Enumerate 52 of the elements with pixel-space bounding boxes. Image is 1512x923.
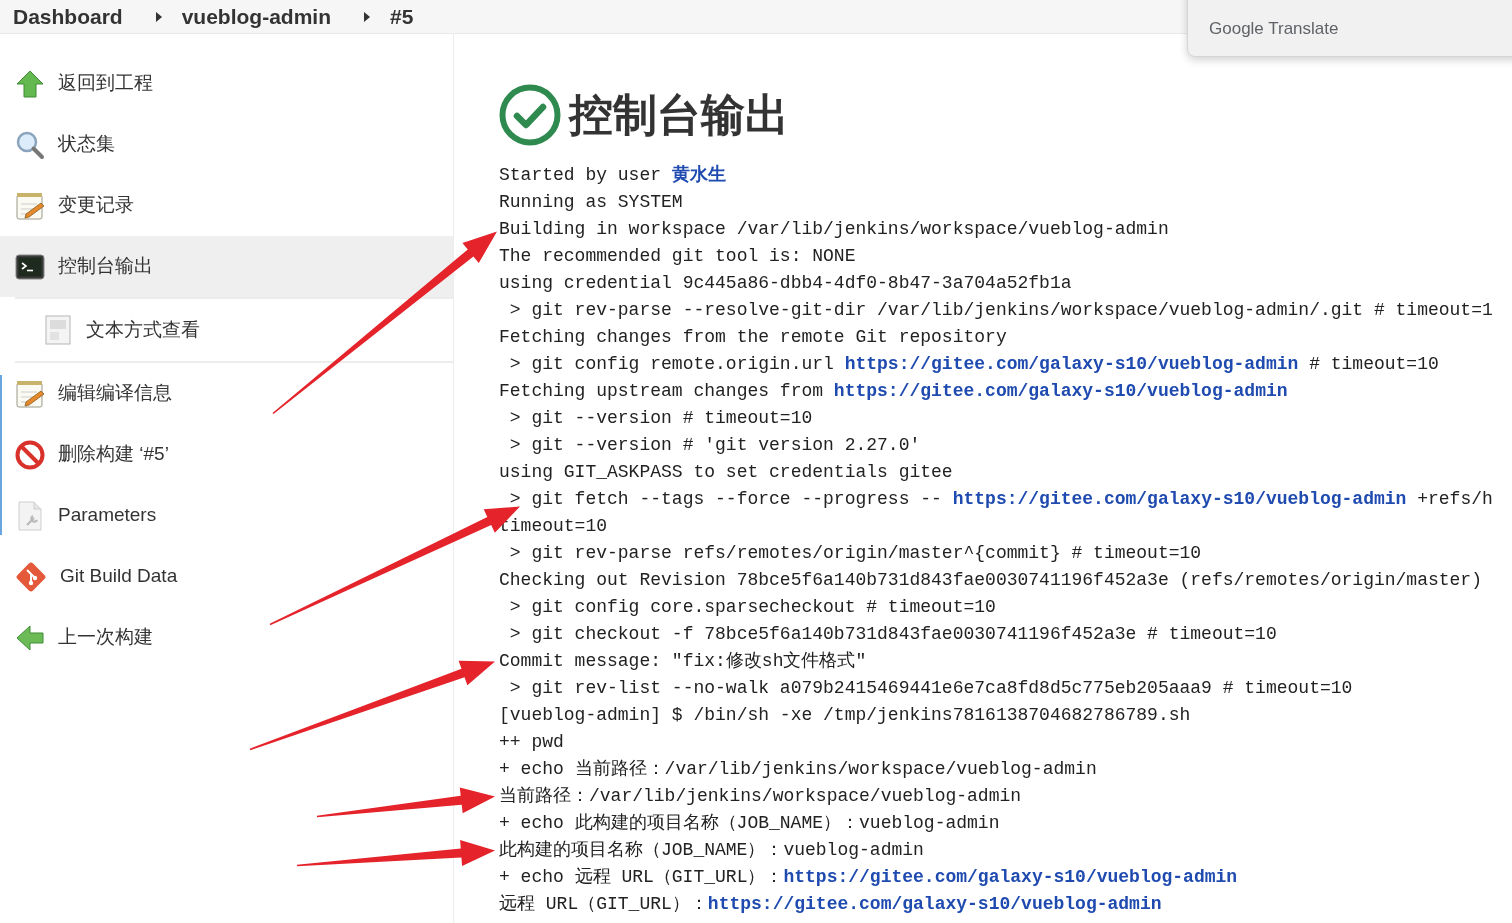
console-line: + echo 远程 URL（GIT_URL）：https://gitee.com/galaxy-s10/vueblog-admin — [499, 866, 1238, 889]
terminal-icon — [15, 251, 45, 282]
notepad-pencil-icon — [15, 378, 45, 409]
success-check-icon — [499, 84, 561, 146]
console-line: Started by user 黄水生 — [499, 163, 726, 187]
breadcrumb-link[interactable]: #5 — [390, 6, 414, 27]
console-line: > git config core.sparsecheckout # timeout=10 — [508, 596, 996, 619]
console-line: 此构建的项目名称（JOB_NAME）：vueblog-admin — [499, 839, 924, 862]
notepad-pencil-icon — [15, 190, 45, 221]
console-line: > git rev-parse --resolve-git-dir /var/lib/jenkins/workspace/vueblog-admin/.git # timeout=1 — [508, 299, 1493, 322]
console-line: > git rev-parse refs/remotes/origin/master^{commit} # timeout=10 — [508, 542, 1202, 565]
console-line: Fetching changes from the remote Git repository — [499, 326, 1007, 349]
breadcrumb-link[interactable]: Dashboard — [13, 6, 123, 27]
console-link[interactable]: https://gitee.com/galaxy-s10/vueblog-admin — [833, 381, 1288, 401]
console-line: + echo 当前路径：/var/lib/jenkins/workspace/vueblog-admin — [499, 758, 1097, 781]
sidebar-item[interactable]: 控制台输出 — [0, 236, 453, 297]
console-link[interactable]: https://gitee.com/galaxy-s10/vueblog-admin — [952, 489, 1407, 509]
breadcrumb-link[interactable]: vueblog-admin — [181, 6, 332, 27]
console-line: > git --version # 'git version 2.27.0' — [508, 434, 921, 457]
console-line: using GIT_ASKPASS to set credentials gitee — [499, 461, 953, 484]
caret-icon — [364, 11, 371, 22]
console-line: [vueblog-admin] $ /bin/sh -xe /tmp/jenkins7816138704682786789.sh — [499, 704, 1191, 727]
caret-icon — [155, 11, 162, 22]
console-link[interactable]: https://gitee.com/galaxy-s10/vueblog-admin — [707, 894, 1162, 914]
document-icon — [45, 315, 71, 345]
console-link[interactable]: 黄水生 — [671, 165, 726, 185]
console-line: 远程 URL（GIT_URL）：https://gitee.com/galaxy-s10/vueblog-admin — [499, 893, 1162, 916]
console-line: Building in workspace /var/lib/jenkins/workspace/vueblog-admin — [499, 218, 1169, 241]
console-line: > git checkout -f 78bce5f6a140b731d843fae0030741196f452a3e # timeout=10 — [508, 623, 1277, 646]
console-line: Running as SYSTEM — [499, 191, 683, 214]
console-line: ++ pwd — [499, 731, 564, 754]
console-line: The recommended git tool is: NONE — [499, 245, 856, 268]
console-line: > git config remote.origin.url https://gitee.com/galaxy-s10/vueblog-admin # timeout=10 — [508, 353, 1439, 376]
console-line: 当前路径：/var/lib/jenkins/workspace/vueblog-admin — [499, 785, 1022, 808]
no-entry-icon — [15, 439, 45, 470]
console-line: using credential 9c445a86-dbb4-4df0-8b47-3a704a52fb1a — [499, 272, 1072, 295]
translate-brand-label: Google Translate — [1209, 20, 1339, 37]
console-line: > git --version # timeout=10 — [508, 407, 813, 430]
console-link[interactable]: https://gitee.com/galaxy-s10/vueblog-admin — [844, 354, 1299, 374]
document-wrench-icon — [15, 500, 45, 531]
magnifier-icon — [15, 129, 45, 160]
console-line: Fetching upstream changes from https://gitee.com/galaxy-s10/vueblog-admin — [499, 380, 1288, 403]
page-title: 控制台输出 — [569, 93, 789, 137]
up-arrow-icon — [15, 68, 45, 99]
console-line: + echo 此构建的项目名称（JOB_NAME）：vueblog-admin — [499, 812, 1000, 835]
console-line: timeout=10 — [499, 515, 608, 538]
console-line: > git rev-list --no-walk a079b2415469441e6e7ca8fd8d5c775eb205aaa9 # timeout=10 — [508, 677, 1353, 700]
console-line: > git fetch --tags --force --progress -- https://gitee.com/galaxy-s10/vueblog-admin +refs/h — [508, 488, 1493, 511]
console-line: Checking out Revision 78bce5f6a140b731d843fae0030741196f452a3e (refs/remotes/origin/master) — [499, 569, 1482, 592]
console-link[interactable]: https://gitee.com/galaxy-s10/vueblog-admin — [783, 867, 1238, 887]
left-arrow-icon — [15, 622, 45, 653]
console-line: Commit message: "fix:修改sh文件格式" — [499, 650, 867, 673]
